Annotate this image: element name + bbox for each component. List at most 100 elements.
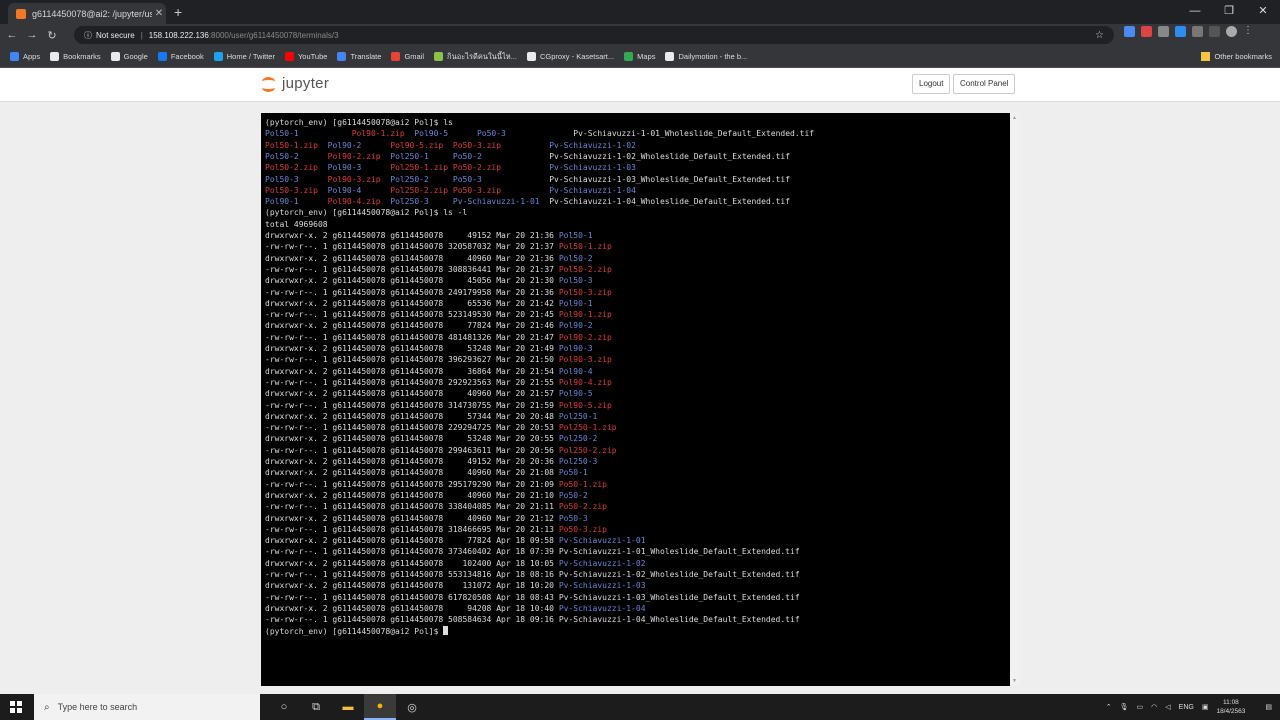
bookmark-label: Google — [123, 52, 148, 61]
bookmark-item[interactable]: Facebook — [157, 52, 204, 61]
terminal-text: drwxrwxr-x. 2 g6114450078 g6114450078 49… — [265, 457, 559, 466]
network-icon[interactable]: ▭ — [1137, 703, 1144, 711]
file-explorer-icon[interactable]: ▬ — [332, 694, 364, 720]
search-icon: ⌕ — [44, 701, 50, 713]
bookmark-item[interactable]: Dailymotion - the b... — [665, 52, 747, 61]
address-bar[interactable]: ⓘ Not secure | 158.108.222.136 :8000/use… — [74, 26, 1114, 44]
other-bookmarks[interactable]: Other bookmarks — [1201, 52, 1272, 61]
extension-icon[interactable] — [1141, 26, 1152, 37]
notification-icon[interactable]: ▣ — [1202, 703, 1209, 711]
taskbar-apps: ○ ⧉ ▬ ● ◎ — [268, 694, 428, 720]
language-indicator[interactable]: ENG — [1179, 704, 1194, 711]
avatar[interactable] — [1226, 26, 1237, 37]
bookmark-label: Dailymotion - the b... — [678, 52, 748, 61]
reload-icon[interactable]: ↻ — [44, 29, 60, 42]
terminal-text: Pol250-1 — [390, 151, 453, 161]
terminal-text: -rw-rw-r--. 1 g6114450078 g6114450078 32… — [265, 242, 559, 252]
bookmark-star-icon[interactable]: ☆ — [1095, 30, 1104, 41]
terminal-line: (pytorch_env) [g6114450078@ai2 Pol]$ — [265, 625, 449, 637]
bookmark-item[interactable]: Translate — [337, 52, 381, 61]
address-host: 158.108.222.136 — [148, 30, 209, 40]
minimize-icon[interactable]: — — [1178, 0, 1212, 24]
terminal-scrollbar[interactable]: ▲ ▼ — [1010, 113, 1020, 686]
terminal-text: Pol250-1.zip — [390, 163, 453, 173]
browser-tab[interactable]: g6114450078@ai2: /jupyter/user ✕ — [8, 3, 166, 24]
microphone-icon[interactable]: 🎙 — [1120, 703, 1129, 711]
terminal-text: Pol90-2.zip — [558, 332, 612, 342]
terminal-line: Pol50-2.zip Pol90-3 Pol250-1.zip Po50-2.… — [265, 162, 636, 173]
close-tab-icon[interactable]: ✕ — [152, 8, 166, 19]
forward-icon[interactable]: → — [24, 29, 40, 41]
terminal-text: Pol50-1.zip — [265, 140, 328, 150]
terminal-text: Pv-Schiavuzzi-1-04_Wholeslide_Default_Ex… — [549, 197, 791, 207]
tray-chevron-icon[interactable]: ⌃ — [1106, 703, 1112, 711]
extension-icon[interactable] — [1124, 26, 1135, 37]
terminal-line: drwxrwxr-x. 2 g6114450078 g6114450078 10… — [265, 558, 646, 569]
extension-icon[interactable] — [1192, 26, 1203, 37]
window-controls: — ❐ ✕ — [1178, 0, 1280, 24]
bookmark-item[interactable]: Apps — [10, 52, 40, 61]
close-window-icon[interactable]: ✕ — [1246, 0, 1280, 24]
browser-tab-strip: g6114450078@ai2: /jupyter/user ✕ + — ❐ ✕ — [0, 0, 1280, 24]
terminal-line: drwxrwxr-x. 2 g6114450078 g6114450078 49… — [265, 456, 597, 467]
bookmark-item[interactable]: Gmail — [391, 52, 424, 61]
windows-start-icon[interactable] — [10, 701, 22, 713]
bookmark-item[interactable]: YouTube — [284, 52, 327, 61]
taskbar-clock[interactable]: 11:08 18/4/2563 — [1216, 698, 1245, 716]
cortana-icon[interactable]: ○ — [268, 694, 300, 720]
terminal-line: drwxrwxr-x. 2 g6114450078 g6114450078 40… — [265, 388, 593, 399]
warning-icon[interactable]: ⓘ — [84, 30, 92, 41]
task-view-icon[interactable]: ⧉ — [300, 694, 332, 720]
terminal-text: drwxrwxr-x. 2 g6114450078 g6114450078 40… — [265, 468, 559, 478]
app-icon[interactable]: ◎ — [396, 694, 428, 720]
bookmark-item[interactable]: CGproxy - Kasetsart... — [526, 52, 614, 61]
back-icon[interactable]: ← — [4, 29, 20, 41]
terminal-line: -rw-rw-r--. 1 g6114450078 g6114450078 33… — [265, 501, 607, 512]
jupyter-logo-icon — [262, 74, 276, 92]
maximize-icon[interactable]: ❐ — [1212, 0, 1246, 24]
menu-icon[interactable]: ⋮ — [1243, 26, 1254, 37]
folder-icon — [1201, 52, 1211, 61]
bookmark-item[interactable]: กินอะไรดีคนในนี้ไห... — [434, 51, 517, 63]
terminal-line: Pol50-2 Pol90-2.zip Pol250-1 Po50-2 Pv-S… — [265, 151, 790, 162]
terminal-line: -rw-rw-r--. 1 g6114450078 g6114450078 29… — [265, 479, 607, 490]
terminal-text: Pol90-5.zip — [558, 400, 612, 410]
bookmark-item[interactable]: Home / Twitter — [213, 52, 275, 61]
terminal[interactable]: (pytorch_env) [g6114450078@ai2 Pol]$ ls P… — [261, 113, 1010, 686]
terminal-text: -rw-rw-r--. 1 g6114450078 g6114450078 22… — [265, 423, 559, 433]
extension-icon[interactable] — [1175, 26, 1186, 37]
chrome-icon[interactable]: ● — [364, 694, 396, 720]
scroll-up-icon[interactable]: ▲ — [1012, 115, 1017, 121]
terminal-line: (pytorch_env) [g6114450078@ai2 Pol]$ ls … — [265, 207, 467, 218]
bookmark-item[interactable]: Maps — [624, 52, 655, 61]
other-bookmarks-label: Other bookmarks — [1214, 52, 1272, 61]
terminal-text: Po50-3 — [476, 129, 574, 139]
terminal-text: -rw-rw-r--. 1 g6114450078 g6114450078 29… — [265, 445, 559, 455]
terminal-text: Pv-Schiavuzzi-1-03_Wholeslide_Default_Ex… — [558, 592, 800, 602]
bookmark-icon — [10, 52, 19, 61]
terminal-text: -rw-rw-r--. 1 g6114450078 g6114450078 61… — [265, 592, 559, 602]
new-tab-icon[interactable]: + — [174, 4, 182, 20]
wifi-icon[interactable]: ◠ — [1151, 703, 1157, 711]
bookmark-item[interactable]: Google — [110, 52, 148, 61]
terminal-text: Pol250-1 — [558, 411, 598, 421]
scroll-down-icon[interactable]: ▼ — [1012, 678, 1017, 684]
jupyter-logo[interactable]: jupyter — [262, 74, 329, 92]
extension-icon[interactable] — [1158, 26, 1169, 37]
control-panel-button[interactable]: Control Panel — [953, 74, 1016, 94]
extension-icon[interactable] — [1209, 26, 1220, 37]
volume-icon[interactable]: ◁ — [1165, 703, 1170, 711]
terminal-text: drwxrwxr-x. 2 g6114450078 g6114450078 77… — [265, 536, 559, 546]
terminal-text: Pol90-4 — [558, 366, 593, 376]
terminal-text: -rw-rw-r--. 1 g6114450078 g6114450078 31… — [265, 524, 559, 534]
terminal-text: Pv-Schiavuzzi-1-02_Wholeslide_Default_Ex… — [549, 151, 791, 161]
notifications-icon[interactable]: ▤ — [1265, 703, 1272, 711]
logout-button[interactable]: Logout — [912, 74, 951, 94]
terminal-text: Po50-3 — [452, 174, 550, 184]
terminal-text: Pv-Schiavuzzi-1-01_Wholeslide_Default_Ex… — [558, 547, 800, 557]
terminal-text: Pol90-5 — [558, 389, 593, 399]
bookmark-item[interactable]: Bookmarks — [50, 52, 101, 61]
bookmark-label: กินอะไรดีคนในนี้ไห... — [447, 51, 517, 61]
bookmark-label: Home / Twitter — [226, 52, 275, 61]
taskbar-search-input[interactable]: ⌕ Type here to search — [34, 694, 260, 720]
